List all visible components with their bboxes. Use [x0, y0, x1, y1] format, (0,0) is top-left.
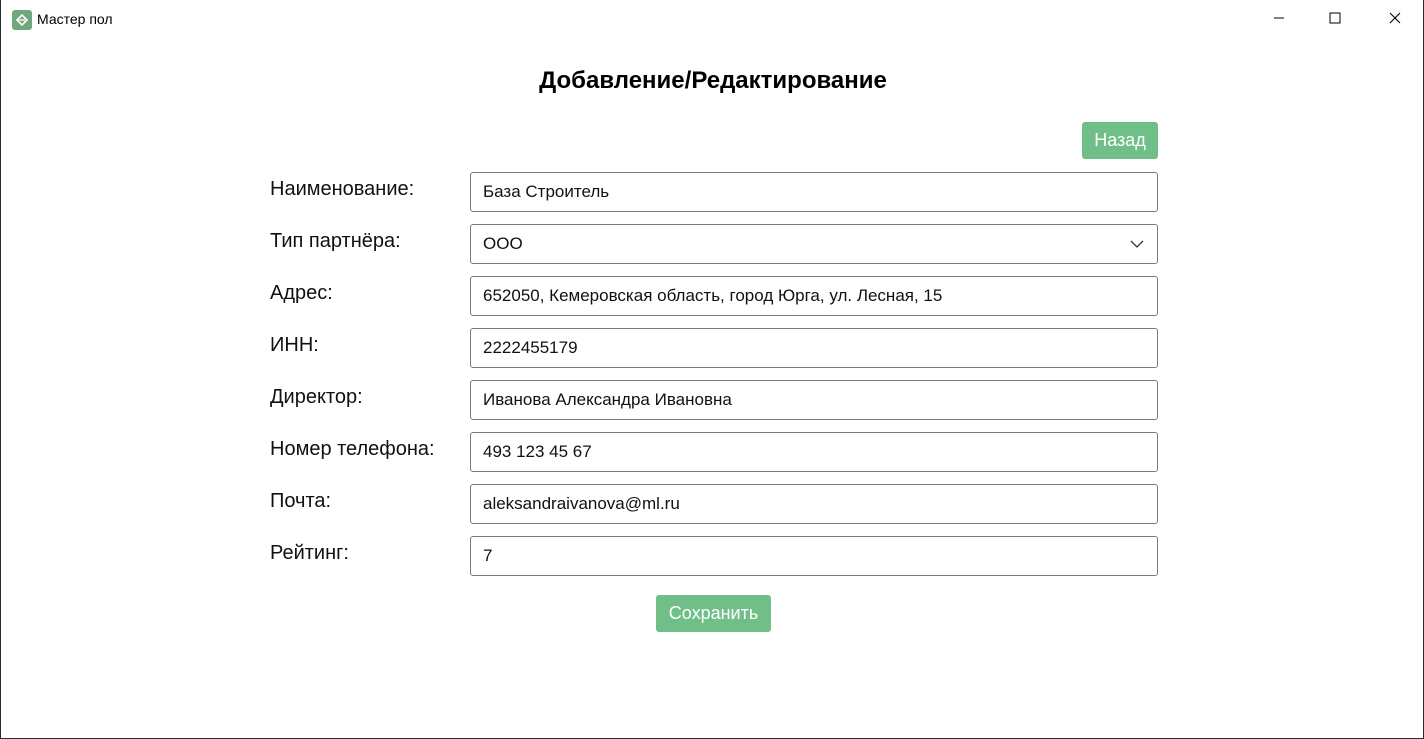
inn-label: ИНН: [270, 334, 319, 356]
phone-field[interactable] [470, 432, 1158, 472]
app-logo-icon [12, 10, 32, 30]
name-label: Наименование: [270, 178, 415, 200]
close-button[interactable] [1372, 0, 1418, 36]
back-button[interactable]: Назад [1082, 122, 1158, 159]
email-label: Почта: [270, 490, 332, 512]
save-button[interactable]: Сохранить [656, 595, 771, 632]
chevron-down-icon [1130, 240, 1144, 248]
rating-label: Рейтинг: [270, 542, 349, 564]
partner-type-value: ООО [483, 234, 523, 253]
window-title: Мастер пол [37, 11, 113, 27]
title-bar[interactable]: Мастер пол [1, 0, 1423, 38]
director-label: Директор: [270, 386, 363, 408]
close-icon [1389, 12, 1401, 24]
minimize-button[interactable] [1256, 0, 1302, 36]
partner-type-select[interactable]: ООО [470, 224, 1158, 264]
email-field[interactable] [470, 484, 1158, 524]
app-window: Мастер пол Добавление/Редактирование Наз… [0, 0, 1424, 739]
maximize-button[interactable] [1312, 0, 1358, 36]
director-field[interactable] [470, 380, 1158, 420]
page-title: Добавление/Редактирование [539, 67, 887, 94]
partner-type-label: Тип партнёра: [270, 230, 401, 252]
minimize-icon [1274, 17, 1284, 19]
name-field[interactable] [470, 172, 1158, 212]
maximize-icon [1329, 12, 1341, 24]
inn-field[interactable] [470, 328, 1158, 368]
phone-label: Номер телефона: [270, 438, 435, 460]
rating-field[interactable] [470, 536, 1158, 576]
address-field[interactable] [470, 276, 1158, 316]
address-label: Адрес: [270, 282, 333, 304]
